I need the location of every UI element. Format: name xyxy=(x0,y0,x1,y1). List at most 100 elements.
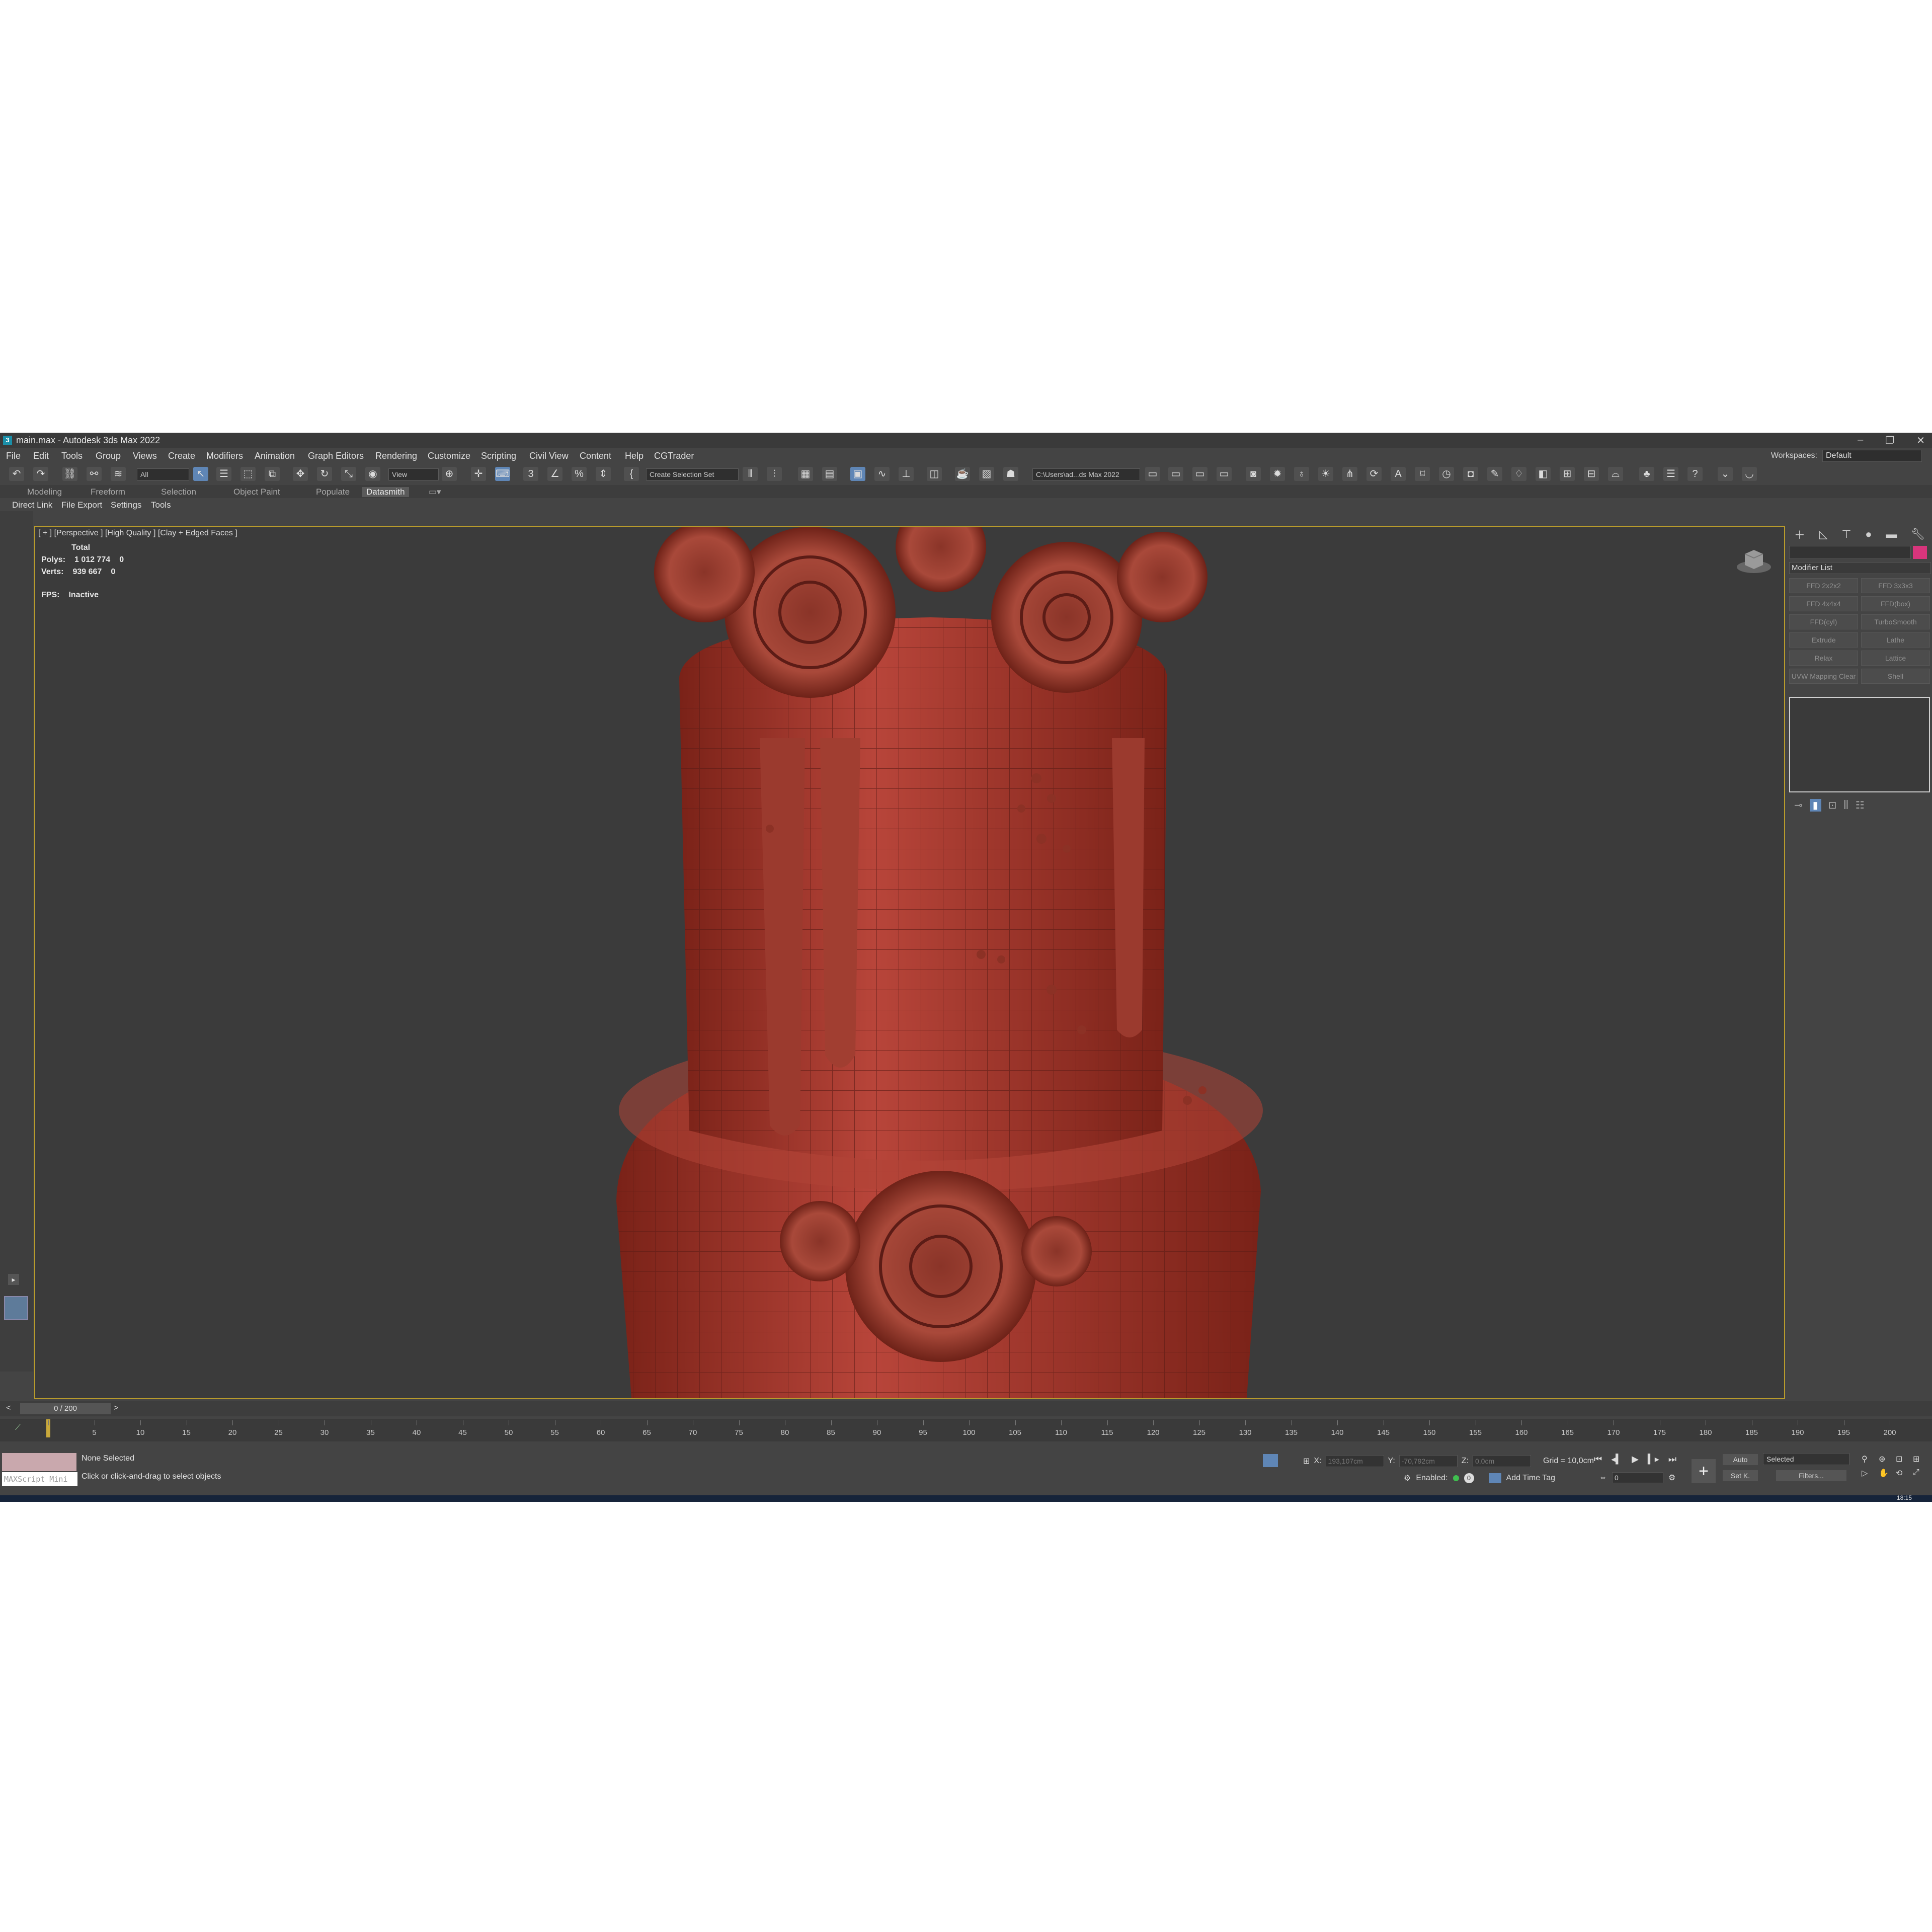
datasmith-connect-icon[interactable]: ▭ xyxy=(1192,467,1208,481)
menu-help[interactable]: Help xyxy=(625,451,643,461)
menu-edit[interactable]: Edit xyxy=(33,451,49,461)
minimize-icon[interactable]: – xyxy=(1858,434,1863,447)
keyboard-shortcut-icon[interactable]: ⌨ xyxy=(495,467,510,481)
key-filter-dropdown[interactable]: Selected xyxy=(1763,1453,1849,1465)
datasmith-sync-icon[interactable]: ▭ xyxy=(1168,467,1183,481)
rect-selection-icon[interactable]: ⬚ xyxy=(240,467,256,481)
camera-icon[interactable]: ◙ xyxy=(1246,467,1261,481)
menu-civil-view[interactable]: Civil View xyxy=(529,451,569,461)
tab-selection[interactable]: Selection xyxy=(161,487,196,497)
panel-toggle-icon[interactable]: ◧ xyxy=(1536,467,1551,481)
unlink-icon[interactable]: ⚯ xyxy=(87,467,102,481)
tab-freeform[interactable]: Freeform xyxy=(91,487,125,497)
go-to-start-icon[interactable]: ⏮ xyxy=(1594,1454,1602,1465)
reference-coord-dropdown[interactable]: View xyxy=(388,468,439,480)
restore-icon[interactable]: ❐ xyxy=(1885,434,1894,447)
place-icon[interactable]: ◉ xyxy=(365,467,380,481)
bind-spacewarp-icon[interactable]: ≋ xyxy=(111,467,126,481)
hint-icon[interactable]: ♢ xyxy=(1511,467,1526,481)
motion-tab-icon[interactable]: ● xyxy=(1865,528,1872,541)
schematic-view-icon[interactable]: ⊥ xyxy=(899,467,914,481)
modifier-button[interactable]: FFD 3x3x3 xyxy=(1861,578,1930,593)
auto-key-button[interactable]: Auto xyxy=(1723,1454,1758,1465)
percent-snap-icon[interactable]: % xyxy=(572,467,587,481)
modifier-button[interactable]: Extrude xyxy=(1789,632,1858,648)
time-slider[interactable]: 0 / 200 xyxy=(20,1403,111,1414)
object-name-field[interactable] xyxy=(1789,546,1911,559)
next-key-icon[interactable]: ▍▸ xyxy=(1648,1454,1659,1465)
subtab-file-export[interactable]: File Export xyxy=(61,500,102,510)
hierarchy-tab-icon[interactable]: ⊤ xyxy=(1841,528,1851,541)
menu-graph-editors[interactable]: Graph Editors xyxy=(308,451,364,461)
datasmith-messages-icon[interactable]: ▭ xyxy=(1217,467,1232,481)
viewport-label[interactable]: [ + ] [Perspective ] [High Quality ] [Cl… xyxy=(38,529,237,538)
viewcube-icon[interactable] xyxy=(1734,539,1774,579)
ribbon-toggle-icon[interactable]: ▣ xyxy=(850,467,865,481)
tab-populate[interactable]: Populate xyxy=(316,487,350,497)
create-tab-icon[interactable]: ＋ xyxy=(1794,526,1805,542)
link-icon[interactable]: ⛓ xyxy=(62,467,77,481)
bookmark-icon[interactable]: ⌑ xyxy=(1415,467,1430,481)
menu-file[interactable]: File xyxy=(6,451,21,461)
selection-filter-dropdown[interactable]: All xyxy=(137,468,189,480)
curve-toggle-icon[interactable]: ⟋ xyxy=(15,1423,21,1432)
angle-snap-icon[interactable]: ∠ xyxy=(547,467,562,481)
add-time-tag-label[interactable]: Add Time Tag xyxy=(1506,1474,1556,1483)
fov-icon[interactable]: ▷ xyxy=(1862,1468,1877,1478)
absolute-mode-icon[interactable]: ⊞ xyxy=(1303,1456,1310,1466)
layer-explorer-icon[interactable]: ▤ xyxy=(822,467,837,481)
ribbon-options-icon[interactable]: ▭▾ xyxy=(429,487,441,497)
viewport-layout-tab-icon[interactable] xyxy=(4,1296,28,1320)
history-icon[interactable]: ◷ xyxy=(1439,467,1454,481)
close-icon[interactable]: ✕ xyxy=(1916,434,1925,447)
zoom-all-icon[interactable]: ⊕ xyxy=(1879,1454,1894,1464)
y-field[interactable]: -70,792cm xyxy=(1399,1455,1458,1467)
render-production-icon[interactable]: ☗ xyxy=(1003,467,1018,481)
modifier-button[interactable]: FFD 2x2x2 xyxy=(1789,578,1858,593)
modifier-button[interactable]: Lathe xyxy=(1861,632,1930,648)
time-config-icon[interactable]: ⚙ xyxy=(1668,1473,1675,1483)
orbit-icon[interactable]: ⟲ xyxy=(1896,1468,1911,1478)
refresh-icon[interactable]: ⟳ xyxy=(1366,467,1382,481)
current-frame-field[interactable]: 0 xyxy=(1612,1472,1663,1483)
select-manipulate-icon[interactable]: ✛ xyxy=(471,467,486,481)
add-time-tag-icon[interactable] xyxy=(1489,1473,1501,1483)
mirror-tool-icon[interactable]: ⋔ xyxy=(1342,467,1357,481)
tab-datasmith[interactable]: Datasmith xyxy=(362,487,409,497)
menu-content[interactable]: Content xyxy=(580,451,611,461)
maxscript-mini-input[interactable]: MAXScript Mini xyxy=(2,1472,77,1486)
next-frame-icon[interactable]: > xyxy=(114,1404,118,1413)
make-unique-icon[interactable]: ⊡ xyxy=(1828,799,1837,812)
select-by-name-icon[interactable]: ☰ xyxy=(216,467,231,481)
subtab-tools[interactable]: Tools xyxy=(151,500,171,510)
viewport-layout-icon[interactable]: ⊞ xyxy=(1560,467,1575,481)
time-tag-icon[interactable]: 0 xyxy=(1464,1473,1474,1483)
snaps-toggle-icon[interactable]: 3 xyxy=(523,467,538,481)
workspaces-dropdown[interactable]: Default xyxy=(1822,450,1922,462)
rotate-icon[interactable]: ↻ xyxy=(317,467,332,481)
move-icon[interactable]: ✥ xyxy=(293,467,308,481)
set-key-icon[interactable]: + xyxy=(1692,1459,1716,1483)
bulb-icon[interactable]: ♁ xyxy=(1294,467,1309,481)
menu-tools[interactable]: Tools xyxy=(61,451,83,461)
perspective-viewport[interactable]: [ + ] [Perspective ] [High Quality ] [Cl… xyxy=(34,526,1785,1399)
maximize-viewport-icon[interactable]: ⤢ xyxy=(1913,1468,1928,1478)
key-mode-icon[interactable]: ⇔ xyxy=(1599,1473,1607,1482)
modifier-stack[interactable] xyxy=(1789,697,1930,792)
go-to-end-icon[interactable]: ⏭ xyxy=(1668,1454,1676,1465)
color-picker-icon[interactable]: ✎ xyxy=(1487,467,1502,481)
curve-editor-icon[interactable]: ∿ xyxy=(874,467,890,481)
menu-animation[interactable]: Animation xyxy=(255,451,295,461)
edit-named-sets-icon[interactable]: { xyxy=(624,467,639,481)
text-tool-icon[interactable]: A xyxy=(1391,467,1406,481)
window-crossing-icon[interactable]: ⧉ xyxy=(265,467,280,481)
play-icon[interactable]: ▶ xyxy=(1632,1454,1639,1465)
filters-button[interactable]: Filters... xyxy=(1776,1470,1846,1481)
utilities-tab-icon[interactable]: 🔧︎ xyxy=(1911,528,1925,541)
pin-stack-icon[interactable]: ⊸ xyxy=(1794,799,1803,812)
scene-explorer-icon[interactable]: ▦ xyxy=(798,467,813,481)
configure-sets-icon[interactable]: ☷ xyxy=(1856,799,1865,812)
expand-down-icon[interactable]: ⌄ xyxy=(1718,467,1733,481)
select-object-icon[interactable]: ↖ xyxy=(193,467,208,481)
pan-icon[interactable]: ✋ xyxy=(1879,1468,1894,1478)
